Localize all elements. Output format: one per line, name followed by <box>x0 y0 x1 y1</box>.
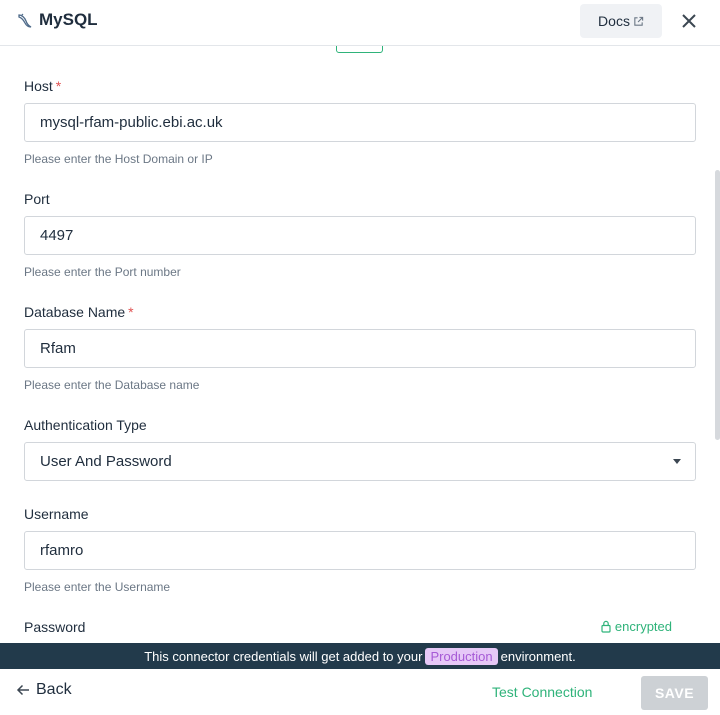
database-name-input[interactable]: Rfam <box>24 329 696 368</box>
environment-badge: Production <box>425 647 498 665</box>
required-mark: * <box>55 78 62 94</box>
auth-type-select[interactable]: User And Password <box>24 442 696 481</box>
auth-type-value: User And Password <box>40 453 172 470</box>
back-button[interactable]: Back <box>16 681 72 699</box>
database-name-hint: Please enter the Database name <box>24 378 200 392</box>
host-field: Host * mysql-rfam-public.ebi.ac.uk Please… <box>24 77 696 167</box>
mysql-dolphin-icon <box>16 12 34 30</box>
environment-banner: This connector credentials will get adde… <box>0 643 720 669</box>
banner-text-after: environment. <box>500 648 576 664</box>
host-label: Host * <box>24 78 62 94</box>
scrollbar-thumb[interactable] <box>715 170 720 440</box>
auth-type-field: Authentication Type User And Password <box>24 416 696 481</box>
section-tab-indicator <box>336 46 383 53</box>
arrow-left-icon <box>16 684 29 696</box>
auth-type-label: Authentication Type <box>24 417 147 433</box>
save-button[interactable]: SAVE <box>641 676 708 710</box>
external-link-icon <box>634 16 644 26</box>
lock-icon <box>601 620 611 633</box>
host-input[interactable]: mysql-rfam-public.ebi.ac.uk <box>24 103 696 142</box>
banner-text-before: This connector credentials will get adde… <box>144 648 423 664</box>
port-field: Port 4497 Please enter the Port number <box>24 190 696 280</box>
required-mark: * <box>128 304 134 320</box>
password-label: Password <box>24 619 86 635</box>
encrypted-label: encrypted <box>614 619 672 634</box>
close-button[interactable] <box>678 10 700 32</box>
drawer-header: MySQL Docs <box>0 0 720 46</box>
database-name-label: Database Name * <box>24 304 134 320</box>
docs-label: Docs <box>598 13 630 29</box>
username-hint: Please enter the Username <box>24 580 171 594</box>
close-icon <box>682 14 696 28</box>
encrypted-badge: encrypted <box>601 619 672 634</box>
port-hint: Please enter the Port number <box>24 265 181 279</box>
drawer-footer: Back Test Connection SAVE <box>0 669 720 715</box>
page-title: MySQL <box>39 10 98 29</box>
test-connection-button[interactable]: Test Connection <box>492 684 592 700</box>
username-input[interactable]: rfamro <box>24 531 696 570</box>
database-name-field: Database Name * Rfam Please enter the Dat… <box>24 303 696 393</box>
chevron-down-icon <box>673 459 681 464</box>
password-field: Password encrypted <box>24 618 696 636</box>
port-label: Port <box>24 191 50 207</box>
back-label: Back <box>36 681 72 698</box>
docs-button[interactable]: Docs <box>580 4 662 38</box>
port-input[interactable]: 4497 <box>24 216 696 255</box>
form-scroll-area[interactable]: Host * mysql-rfam-public.ebi.ac.uk Please… <box>0 46 720 643</box>
host-hint: Please enter the Host Domain or IP <box>24 152 213 166</box>
username-label: Username <box>24 506 89 522</box>
username-field: Username rfamro Please enter the Usernam… <box>24 505 696 595</box>
